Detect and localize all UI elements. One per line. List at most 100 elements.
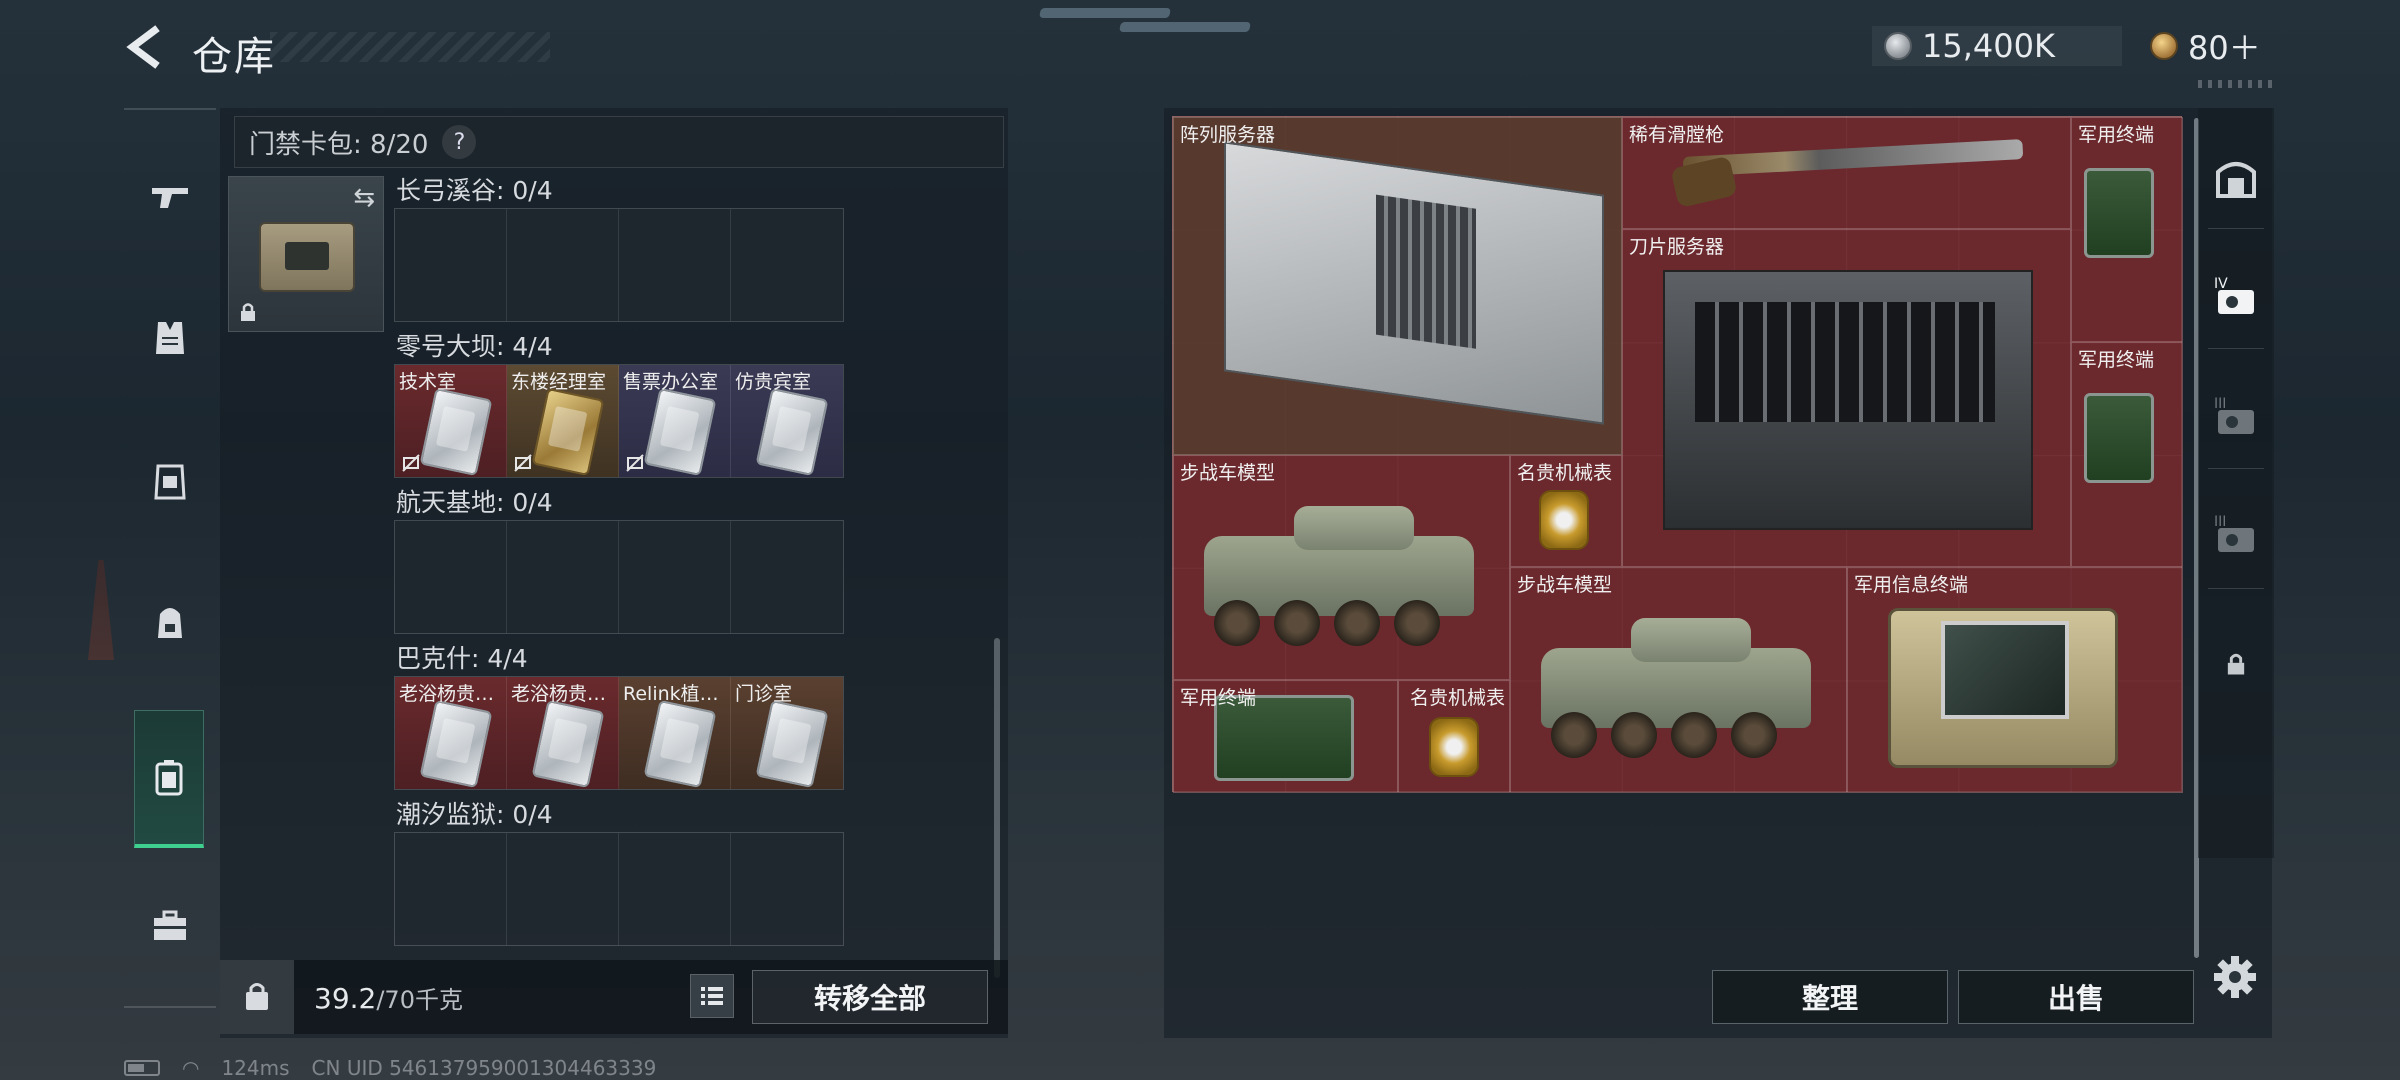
rail-separator — [2208, 588, 2264, 589]
item-label: 步战车模型 — [1517, 574, 1613, 596]
rail-separator — [2208, 468, 2264, 469]
zone-slots: 老浴杨贵… 老浴杨贵… Relink植… 门诊室 — [394, 676, 844, 790]
keycard-pack-device-image — [259, 222, 355, 292]
rail-keycard-case[interactable] — [134, 710, 204, 848]
item-label: 阵列服务器 — [1180, 124, 1276, 146]
empty-slot[interactable] — [731, 209, 843, 321]
zone-title: 长弓溪谷: 0/4 — [396, 176, 553, 205]
gold-amount: 80＋ — [2188, 29, 2261, 67]
transfer-all-button[interactable]: 转移全部 — [752, 970, 988, 1024]
military-info-terminal-image — [1888, 608, 2118, 768]
rail-locked-slot[interactable] — [2210, 638, 2262, 690]
keycard-slot[interactable]: Relink植… — [619, 677, 731, 789]
rail-keycard-level-4[interactable]: IV — [2210, 270, 2262, 322]
keycard-label: 售票办公室 — [623, 371, 719, 393]
keycard-slot[interactable]: 仿贵宾室 — [731, 365, 843, 477]
bag-lock-button[interactable] — [220, 960, 294, 1034]
military-terminal-image — [2084, 393, 2154, 483]
keycard-label: Relink植… — [623, 683, 719, 705]
zone-slots — [394, 208, 844, 322]
stash-item-military-info-terminal[interactable]: 军用信息终端 — [1847, 567, 2183, 793]
military-terminal-image — [2084, 168, 2154, 258]
weight-readout: 39.2/70千克 — [314, 980, 463, 1015]
empty-slot[interactable] — [619, 833, 731, 945]
empty-slot[interactable] — [395, 209, 507, 321]
rail-keycard-level-3[interactable]: III — [2210, 390, 2262, 442]
ifv-model-image — [1204, 506, 1484, 656]
empty-slot[interactable] — [395, 833, 507, 945]
rail-keycard-level-3-alt[interactable]: III — [2210, 508, 2262, 560]
keycard-image — [419, 387, 493, 477]
musket-image — [1682, 139, 2024, 177]
keycard-slot[interactable]: 老浴杨贵… — [507, 677, 619, 789]
empty-slot[interactable] — [507, 209, 619, 321]
silver-currency[interactable]: 15,400K — [1872, 26, 2122, 66]
gold-currency[interactable]: 80＋ — [2150, 26, 2270, 67]
help-icon[interactable]: ? — [442, 125, 477, 159]
left-category-rail — [124, 108, 216, 1008]
stash-item-ifv-model[interactable]: 步战车模型 — [1173, 455, 1510, 680]
luxury-watch-image — [1429, 717, 1479, 777]
stash-item-ifv-model[interactable]: 步战车模型 — [1510, 567, 1847, 793]
item-label: 军用终端 — [2078, 349, 2155, 371]
empty-slot[interactable] — [619, 209, 731, 321]
decorative-dots — [2198, 80, 2278, 88]
rail-gun[interactable] — [134, 160, 206, 232]
left-scrollbar[interactable] — [994, 638, 1000, 978]
empty-slot[interactable] — [507, 521, 619, 633]
list-icon — [701, 987, 723, 1005]
stash-item-military-terminal[interactable]: 军用终端 — [1173, 680, 1398, 793]
svg-text:IV: IV — [2214, 276, 2228, 292]
back-button[interactable] — [120, 22, 170, 72]
sell-button[interactable]: 出售 — [1958, 970, 2194, 1024]
no-carry-icon — [626, 454, 644, 472]
title-stripe — [270, 32, 550, 62]
keycard-pack-item[interactable]: ⇆ — [228, 176, 384, 332]
keycard-label: 技术室 — [399, 371, 457, 393]
swap-icon[interactable]: ⇆ — [353, 183, 375, 213]
empty-slot[interactable] — [731, 833, 843, 945]
backpack-icon — [158, 608, 182, 638]
keycard-slot[interactable]: 技术室 — [395, 365, 507, 477]
safe-box-icon — [2216, 162, 2256, 198]
empty-slot[interactable] — [731, 521, 843, 633]
stash-item-military-terminal[interactable]: 军用终端 — [2071, 117, 2183, 342]
empty-slot[interactable] — [619, 521, 731, 633]
stash-item-military-terminal[interactable]: 军用终端 — [2071, 342, 2183, 567]
stash-item-luxury-watch[interactable]: 名贵机械表 — [1510, 455, 1622, 567]
item-label: 名贵机械表 — [1409, 687, 1505, 709]
settings-gear-icon[interactable] — [2210, 952, 2260, 1002]
rail-safe-box[interactable] — [2210, 152, 2262, 204]
zone-changgong-valley: 长弓溪谷: 0/4 — [394, 174, 864, 322]
rail-chest-rig[interactable] — [134, 444, 206, 516]
rail-toolbox[interactable] — [134, 890, 206, 962]
stash-item-rare-musket[interactable]: 稀有滑膛枪 — [1622, 117, 2071, 229]
keycard-image — [755, 699, 829, 789]
empty-slot[interactable] — [507, 833, 619, 945]
array-server-image — [1224, 141, 1604, 425]
no-carry-icon — [402, 454, 420, 472]
keycard-label: 老浴杨贵… — [399, 683, 495, 705]
keycard-slot[interactable]: 售票办公室 — [619, 365, 731, 477]
rail-armor[interactable] — [134, 302, 206, 374]
keycard-slot[interactable]: 门诊室 — [731, 677, 843, 789]
luxury-watch-image — [1539, 490, 1589, 550]
empty-slot[interactable] — [395, 521, 507, 633]
stash-item-blade-server[interactable]: 刀片服务器 — [1622, 229, 2071, 567]
keycard-slot[interactable]: 东楼经理室 — [507, 365, 619, 477]
status-bar: ◠ 124ms CN UID 546137959001304463339 — [124, 1056, 656, 1080]
list-view-button[interactable] — [690, 974, 734, 1018]
rail-backpack[interactable] — [134, 586, 206, 658]
bag-lock-icon — [246, 983, 268, 1010]
keycard-label: 仿贵宾室 — [735, 371, 812, 393]
stash-item-luxury-watch[interactable]: 名贵机械表 — [1398, 680, 1510, 793]
zone-slots — [394, 832, 844, 946]
stash-item-array-server[interactable]: 阵列服务器 — [1173, 117, 1622, 455]
right-container-rail: IV III III — [2198, 108, 2274, 858]
keycard-slot[interactable]: 老浴杨贵… — [395, 677, 507, 789]
keycard-image — [531, 387, 605, 477]
item-label: 名贵机械表 — [1517, 462, 1613, 484]
weight-max: /70千克 — [376, 985, 463, 1014]
sort-button[interactable]: 整理 — [1712, 970, 1948, 1024]
svg-text:III: III — [2214, 396, 2226, 412]
